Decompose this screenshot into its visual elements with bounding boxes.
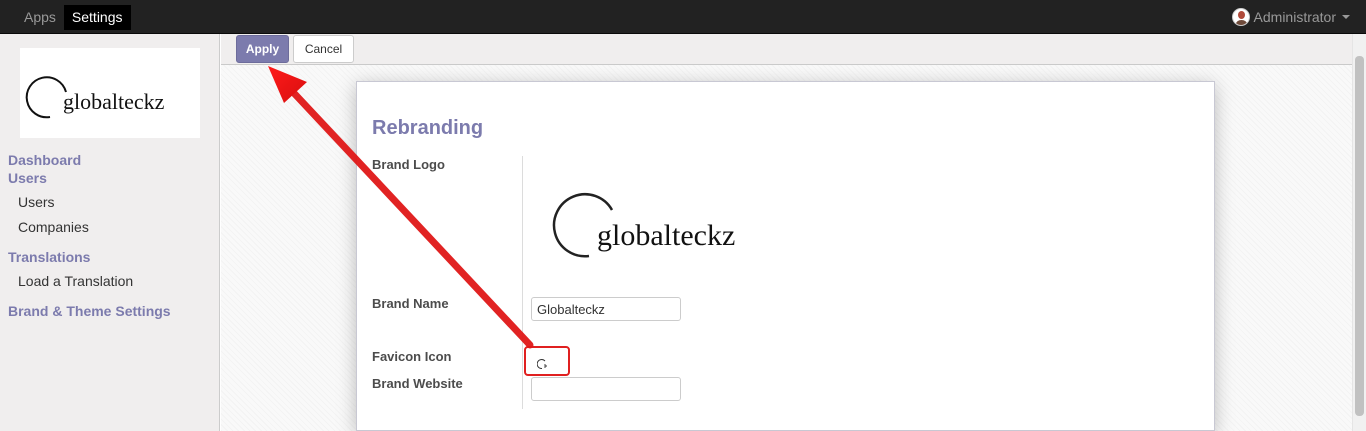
brand-website-label: Brand Website: [372, 376, 463, 391]
brand-logo-text: globalteckz: [597, 219, 735, 252]
sidebar-item-load-translation[interactable]: Load a Translation: [18, 273, 133, 289]
page-title: Rebranding: [372, 117, 484, 139]
brand-website-field[interactable]: [531, 377, 681, 401]
sidebar-section-brand-theme[interactable]: Brand & Theme Settings: [8, 303, 171, 319]
cancel-button[interactable]: Cancel: [293, 35, 354, 63]
apply-button[interactable]: Apply: [236, 35, 289, 63]
caret-down-icon: [1342, 15, 1350, 19]
brand-name-label: Brand Name: [372, 296, 449, 311]
sidebar: globalteckz Dashboard Users Users Compan…: [0, 34, 220, 431]
favicon-highlight-box: [524, 346, 570, 376]
field-divider: [522, 156, 523, 409]
sidebar-item-companies[interactable]: Companies: [18, 219, 89, 235]
globalteckz-logo-icon: globalteckz: [25, 76, 165, 119]
menu-settings[interactable]: Settings: [63, 5, 131, 30]
scrollbar-thumb[interactable]: [1355, 56, 1364, 416]
sidebar-section-users[interactable]: Users: [8, 170, 47, 186]
user-name: Administrator: [1253, 9, 1336, 25]
form-sheet: Rebranding Brand Logo globalteckz Brand …: [356, 81, 1215, 431]
favicon-label: Favicon Icon: [372, 349, 452, 364]
brand-logo-label: Brand Logo: [372, 157, 445, 172]
logo-text: globalteckz: [63, 89, 165, 114]
sidebar-item-users[interactable]: Users: [18, 194, 55, 210]
company-logo[interactable]: globalteckz: [20, 48, 200, 138]
user-menu[interactable]: Administrator: [1231, 8, 1350, 26]
top-navbar: Apps Settings Administrator: [0, 0, 1366, 34]
vertical-scrollbar[interactable]: [1352, 34, 1366, 431]
menu-apps[interactable]: Apps: [16, 5, 64, 30]
sidebar-section-dashboard[interactable]: Dashboard: [8, 152, 81, 168]
avatar: [1231, 8, 1250, 26]
brand-logo-image[interactable]: globalteckz: [537, 180, 797, 265]
brand-name-field[interactable]: [531, 297, 681, 321]
app-menu: Apps Settings: [16, 5, 131, 30]
button-bar: Apply Cancel: [221, 34, 1352, 65]
sidebar-section-translations[interactable]: Translations: [8, 249, 90, 265]
